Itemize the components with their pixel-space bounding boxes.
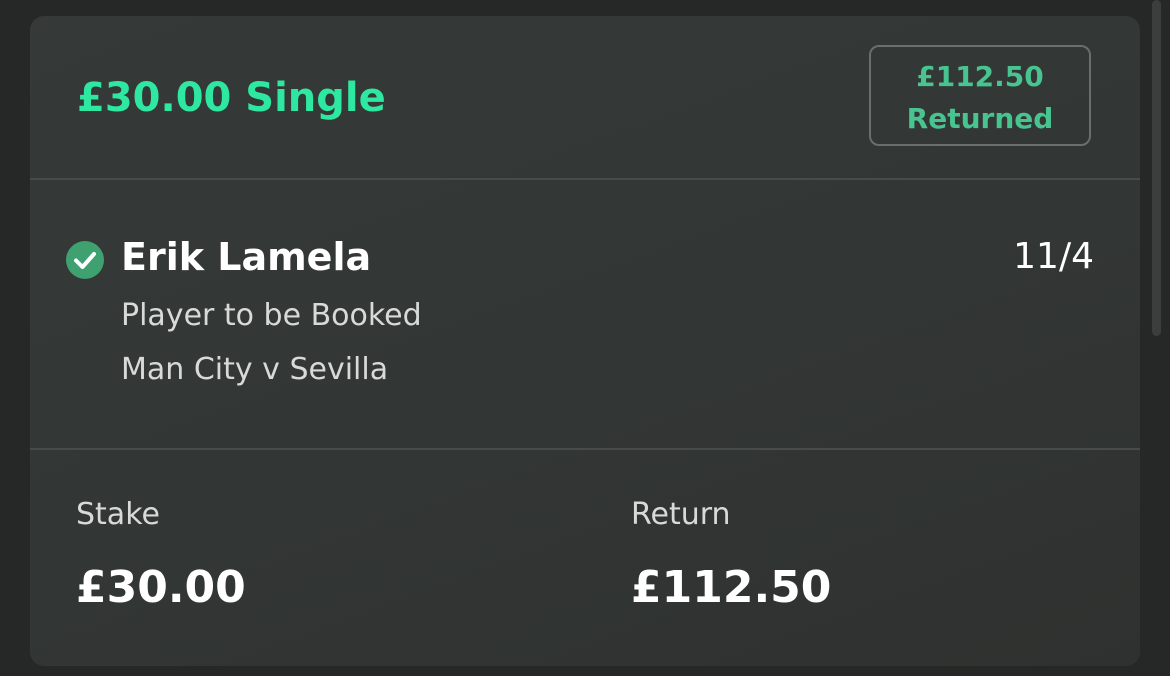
bet-header: £30.00 Single £112.50 Returned [30, 16, 1140, 179]
bet-title: £30.00 Single [77, 75, 386, 121]
selection-event: Man City v Sevilla [121, 352, 389, 387]
return-label: Return [631, 497, 731, 532]
bet-selection: Erik Lamela 11/4 Player to be Booked Man… [30, 180, 1140, 448]
selection-odds: 11/4 [1013, 236, 1094, 277]
scrollbar[interactable] [1152, 0, 1161, 336]
selection-market: Player to be Booked [121, 298, 422, 333]
selection-name: Erik Lamela [121, 235, 372, 279]
returned-amount: £112.50 [916, 60, 1044, 93]
return-value: £112.50 [631, 562, 832, 613]
stake-label: Stake [76, 497, 160, 532]
stake-value: £30.00 [76, 562, 246, 613]
check-circle-icon [66, 241, 104, 279]
bet-summary: Stake £30.00 Return £112.50 [30, 450, 1140, 666]
returned-badge: £112.50 Returned [869, 45, 1091, 146]
bet-history-page: £30.00 Single £112.50 Returned Erik Lame… [0, 0, 1170, 676]
bet-card[interactable]: £30.00 Single £112.50 Returned Erik Lame… [30, 16, 1140, 666]
returned-label: Returned [906, 102, 1054, 135]
